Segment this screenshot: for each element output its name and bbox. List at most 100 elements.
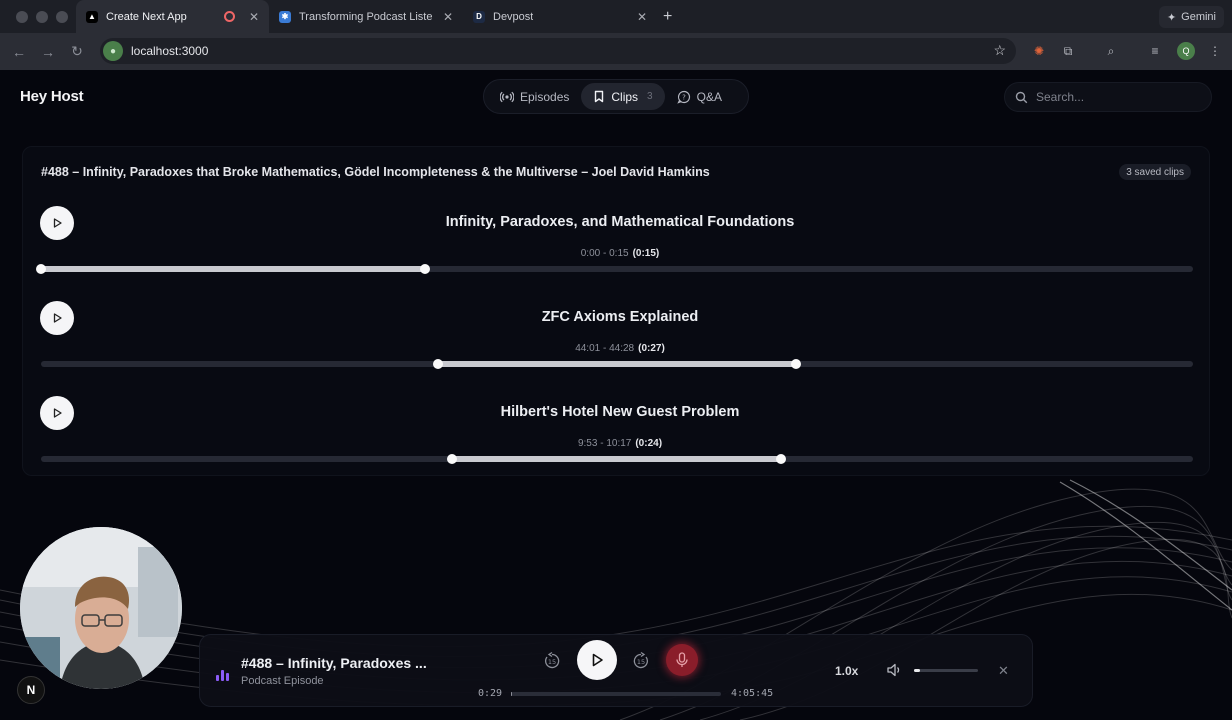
gemini-label: Gemini [1181, 11, 1216, 23]
devpost-favicon-icon: D [473, 10, 485, 23]
reading-list-icon[interactable]: ≡ [1146, 42, 1164, 60]
plus-icon[interactable]: + [663, 8, 683, 26]
clip-start-handle[interactable] [36, 264, 46, 274]
clip-item: Hilbert's Hotel New Guest Problem 9:53 -… [23, 396, 1211, 476]
gemini-button[interactable]: ✦ Gemini [1158, 6, 1224, 28]
bookmark-icon [595, 90, 604, 103]
app-root: Hey Host Episodes Clips 3 ? Q&A Search..… [0, 70, 1232, 720]
reload-icon[interactable]: ↻ [66, 41, 88, 63]
equalizer-icon [216, 669, 229, 681]
forward-15-icon: 15 [633, 651, 649, 669]
tab-clips[interactable]: Clips 3 [581, 83, 665, 110]
clip-range-track[interactable] [41, 359, 1193, 369]
volume-slider[interactable] [914, 669, 978, 672]
extensions-puzzle-icon[interactable]: ⧉ [1059, 42, 1077, 60]
clip-end-handle[interactable] [790, 359, 801, 369]
tab-episodes-label: Episodes [520, 89, 570, 104]
menu-kebab-icon[interactable]: ⋮ [1206, 42, 1224, 60]
player-title: #488 – Infinity, Paradoxes ... [241, 655, 427, 671]
clip-item: ZFC Axioms Explained 44:01 - 44:28 (0:27) [23, 301, 1211, 381]
tab-title: Create Next App [106, 10, 187, 23]
recording-icon [224, 11, 235, 22]
volume-icon [887, 663, 900, 677]
tab-devpost[interactable]: D Devpost ✕ [463, 0, 657, 33]
tab-qa[interactable]: ? Q&A [665, 83, 734, 110]
close-tab-icon[interactable]: ✕ [443, 10, 453, 24]
clip-duration: (0:24) [635, 438, 663, 449]
player-play-button[interactable] [577, 640, 617, 680]
browser-tab-strip: ▲ Create Next App ✕ ✱ Transforming Podca… [0, 0, 1232, 33]
svg-text:15: 15 [637, 658, 645, 666]
back-arrow-icon[interactable]: ← [8, 41, 30, 63]
tab-title: Devpost [493, 10, 534, 23]
episode-clips-card: #488 – Infinity, Paradoxes that Broke Ma… [22, 146, 1210, 476]
clip-range-track[interactable] [41, 454, 1193, 464]
skip-back-button[interactable]: 15 [540, 649, 564, 673]
star-icon[interactable]: ☆ [993, 42, 1006, 59]
playback-speed-button[interactable]: 1.0x [835, 664, 858, 678]
question-bubble-icon: ? [676, 90, 690, 104]
browser-toolbar: ← → ↻ ● localhost:3000 ☆ ✺ ⧉ ⌕ ≡ Q ⋮ [0, 33, 1232, 70]
tab-episodes[interactable]: Episodes [488, 83, 581, 110]
search-box [1004, 82, 1212, 112]
clip-time: 9:53 - 10:17 (0:24) [23, 438, 1217, 449]
clip-time: 0:00 - 0:15 (0:15) [23, 248, 1217, 259]
clip-title: Infinity, Paradoxes, and Mathematical Fo… [445, 214, 795, 230]
play-icon [592, 653, 603, 667]
tab-clips-label: Clips [611, 89, 639, 104]
clip-range-track[interactable] [36, 264, 1193, 274]
clip-title: Hilbert's Hotel New Guest Problem [500, 404, 740, 420]
total-duration: 4:05:45 [731, 688, 774, 699]
extension-burst-icon[interactable]: ✺ [1030, 42, 1048, 60]
close-tab-icon[interactable]: ✕ [249, 10, 259, 24]
progress-fill [511, 692, 513, 696]
voice-question-button[interactable] [666, 644, 698, 676]
nextjs-dev-badge[interactable]: N [17, 676, 45, 704]
tab-create-next-app[interactable]: ▲ Create Next App ✕ [76, 0, 269, 33]
player-subtitle: Podcast Episode [241, 675, 324, 687]
tab-qa-label: Q&A [696, 89, 722, 104]
volume-button[interactable] [885, 661, 903, 684]
profile-avatar[interactable]: Q [1177, 42, 1195, 60]
clip-range: 9:53 - 10:17 [577, 438, 632, 449]
clip-duration: (0:27) [638, 343, 665, 354]
playback-progress-bar[interactable] [511, 692, 721, 696]
clip-title: ZFC Axioms Explained [541, 309, 699, 325]
skip-forward-button[interactable]: 15 [629, 649, 653, 673]
clips-count-badge: 3 [647, 91, 653, 102]
nextjs-triangle-icon: ▲ [86, 10, 98, 23]
clip-range-fill [452, 456, 781, 462]
saved-clips-badge: 3 saved clips [1119, 164, 1191, 180]
window-controls[interactable] [0, 10, 76, 23]
search-input[interactable] [1036, 90, 1196, 104]
clip-start-handle[interactable] [447, 454, 458, 464]
app-logo: Hey Host [20, 88, 84, 105]
webcam-person-image [20, 527, 182, 689]
sparkle-icon: ✦ [1166, 11, 1177, 24]
broadcast-icon [500, 91, 514, 102]
webcam-overlay [20, 527, 182, 689]
clip-range: 44:01 - 44:28 [575, 343, 635, 354]
microphone-permission-icon[interactable]: ● [103, 41, 123, 61]
close-tab-icon[interactable]: ✕ [637, 10, 647, 24]
clip-start-handle[interactable] [433, 359, 444, 369]
microphone-icon [676, 652, 688, 667]
clip-range: 0:00 - 0:15 [580, 248, 629, 259]
clip-end-handle[interactable] [775, 454, 786, 464]
address-bar[interactable]: ● localhost:3000 ☆ [100, 38, 1016, 64]
volume-fill [914, 669, 921, 672]
clip-end-handle[interactable] [419, 264, 430, 274]
media-search-icon[interactable]: ⌕ [1102, 42, 1120, 60]
svg-text:?: ? [682, 93, 686, 101]
audio-player: #488 – Infinity, Paradoxes ... Podcast E… [199, 634, 1033, 707]
tab-transforming-podcast[interactable]: ✱ Transforming Podcast Listeni ✕ [269, 0, 463, 33]
forward-arrow-icon[interactable]: → [37, 41, 59, 63]
clip-time: 44:01 - 44:28 (0:27) [23, 343, 1217, 354]
gear-favicon-icon: ✱ [279, 10, 291, 23]
close-player-icon[interactable]: ✕ [998, 663, 1009, 679]
rewind-15-icon: 15 [544, 651, 560, 669]
svg-text:15: 15 [548, 658, 556, 666]
clip-range-fill [438, 361, 796, 367]
clip-range-fill [41, 266, 425, 272]
url-text: localhost:3000 [131, 44, 209, 58]
